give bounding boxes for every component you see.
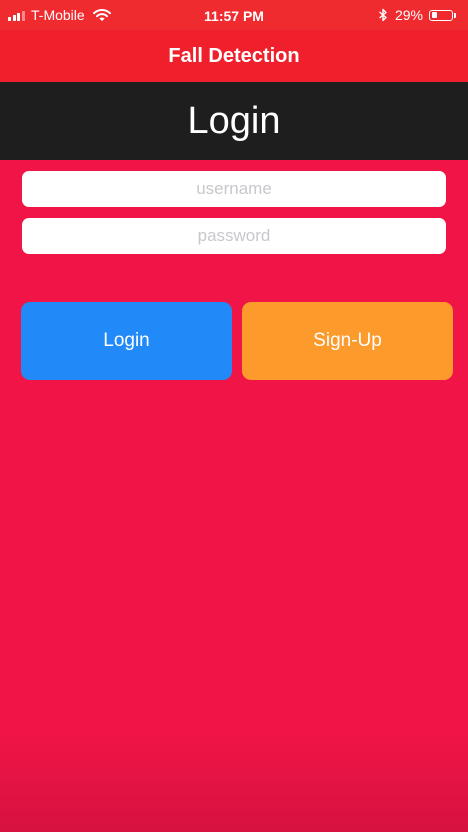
sign-up-button-label: Sign-Up	[313, 330, 382, 351]
nav-bar: Fall Detection	[0, 30, 468, 82]
app-screen: T-Mobile 11:57 PM 29% Fall Detection Log…	[0, 0, 468, 832]
wifi-icon	[92, 9, 111, 21]
battery-icon	[429, 9, 453, 21]
sign-up-button[interactable]: Sign-Up	[242, 302, 453, 380]
battery-percent: 29%	[394, 7, 423, 23]
page-title: Login	[187, 99, 281, 142]
battery-cap	[454, 12, 456, 18]
status-bar-left: T-Mobile	[8, 7, 111, 23]
battery-level-fill	[431, 12, 437, 18]
bluetooth-icon	[379, 8, 387, 22]
nav-title: Fall Detection	[168, 44, 300, 67]
status-bar: T-Mobile 11:57 PM 29%	[0, 0, 468, 30]
signal-icon	[8, 9, 26, 21]
login-button[interactable]: Login	[21, 302, 232, 380]
password-input[interactable]	[22, 218, 446, 254]
login-button-label: Login	[103, 330, 150, 351]
username-input[interactable]	[22, 171, 446, 207]
status-bar-right: 29%	[378, 7, 456, 23]
login-header: Login	[0, 82, 468, 160]
carrier-name: T-Mobile	[31, 7, 85, 23]
